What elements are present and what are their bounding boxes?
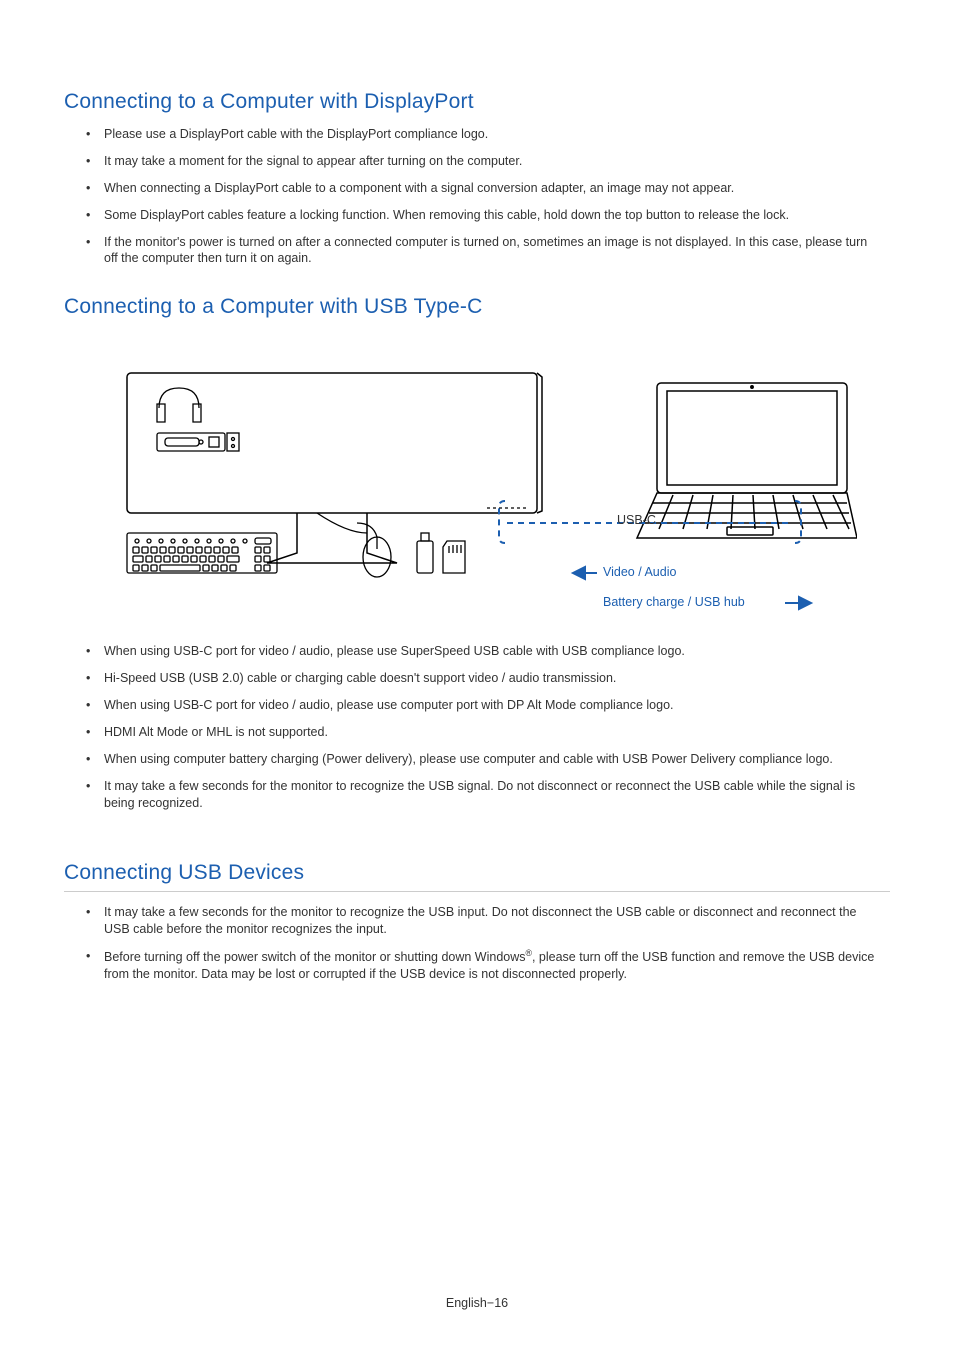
- page: Connecting to a Computer with DisplayPor…: [0, 0, 954, 1350]
- battery-hub-label: Battery charge / USB hub: [603, 595, 745, 609]
- list-item: Hi-Speed USB (USB 2.0) cable or charging…: [82, 670, 882, 687]
- section-title-usbc: Connecting to a Computer with USB Type-C: [64, 295, 890, 319]
- list-item: Some DisplayPort cables feature a lockin…: [82, 207, 882, 224]
- list-item: When using USB-C port for video / audio,…: [82, 697, 882, 714]
- list-item: It may take a few seconds for the monito…: [82, 778, 882, 812]
- list-item: It may take a few seconds for the monito…: [82, 904, 882, 938]
- list-item: If the monitor's power is turned on afte…: [82, 234, 882, 268]
- list-item: It may take a moment for the signal to a…: [82, 153, 882, 170]
- spacer: [64, 839, 890, 861]
- diagram-container: USB-C Video / Audio Battery charge / USB…: [64, 333, 890, 633]
- usbc-diagram: USB-C Video / Audio Battery charge / USB…: [97, 333, 857, 633]
- list-item: When connecting a DisplayPort cable to a…: [82, 180, 882, 197]
- list-item: When using computer battery charging (Po…: [82, 751, 882, 768]
- usbc-label: USB-C: [617, 513, 656, 527]
- list-item: When using USB-C port for video / audio,…: [82, 643, 882, 660]
- list-item: HDMI Alt Mode or MHL is not supported.: [82, 724, 882, 741]
- list-item: Please use a DisplayPort cable with the …: [82, 126, 882, 143]
- bullet-list-usb-devices: It may take a few seconds for the monito…: [64, 904, 890, 983]
- bullet-list-displayport: Please use a DisplayPort cable with the …: [64, 126, 890, 267]
- video-audio-label: Video / Audio: [603, 565, 676, 579]
- section-title-usb-devices: Connecting USB Devices: [64, 861, 890, 892]
- bullet-list-usbc: When using USB-C port for video / audio,…: [64, 643, 890, 811]
- list-item: Before turning off the power switch of t…: [82, 948, 882, 983]
- page-footer: English−16: [0, 1296, 954, 1310]
- section-title-displayport: Connecting to a Computer with DisplayPor…: [64, 90, 890, 114]
